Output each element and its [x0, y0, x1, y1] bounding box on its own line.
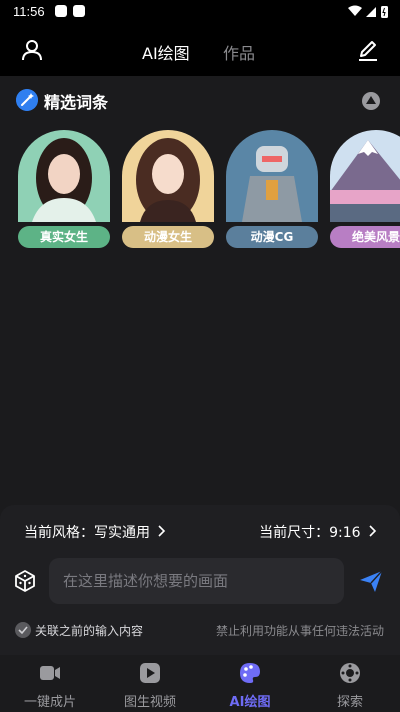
nav-explore[interactable]: 探索 [300, 659, 400, 710]
card-anime-cg[interactable]: 动漫CG [226, 130, 318, 250]
link-previous-checkbox[interactable] [15, 622, 31, 638]
user-icon[interactable] [20, 38, 44, 62]
nav-label: 探索 [336, 695, 363, 710]
nav-image-to-video[interactable]: 图生视频 [100, 659, 200, 710]
notification-icon [55, 5, 67, 17]
card-image [122, 130, 214, 222]
status-time: 11:56 [13, 4, 45, 19]
style-cards: 真实女生 动漫女生 动漫CG 绝美风景 [18, 130, 400, 252]
tab-ai-drawing[interactable]: AI绘图 [142, 40, 190, 64]
status-bar: 11:56 [0, 0, 400, 24]
tab-works[interactable]: 作品 [223, 40, 255, 64]
card-anime-girl[interactable]: 动漫女生 [122, 130, 214, 250]
disclaimer-text: 禁止利用功能从事任何违法活动 [215, 624, 384, 638]
nav-ai-drawing[interactable]: AI绘图 [200, 659, 300, 710]
nav-one-click-video[interactable]: 一键成片 [0, 659, 100, 710]
card-label: 动漫女生 [122, 226, 214, 248]
dice-icon[interactable] [13, 569, 37, 593]
bottom-nav: 一键成片 图生视频 AI绘图 探索 [0, 655, 400, 712]
card-image [330, 130, 400, 222]
nav-label: AI绘图 [229, 695, 271, 710]
checkbox-label: 关联之前的输入内容 [35, 624, 144, 638]
check-icon [18, 626, 28, 635]
style-selector[interactable]: 当前风格：写实通用 [24, 522, 167, 542]
card-image [226, 130, 318, 222]
card-label: 动漫CG [226, 226, 318, 248]
section-title: 精选词条 [44, 93, 109, 112]
section-header: 精选词条 [0, 76, 400, 124]
card-real-girl[interactable]: 真实女生 [18, 130, 110, 250]
palette-icon [240, 663, 260, 683]
video-icon [40, 666, 60, 680]
nav-label: 一键成片 [23, 695, 76, 710]
prompt-input[interactable] [49, 558, 344, 604]
send-icon[interactable] [358, 568, 384, 594]
size-selector[interactable]: 当前尺寸：9:16 [259, 522, 378, 542]
chevron-right-icon [369, 525, 377, 537]
card-label: 绝美风景 [330, 226, 400, 248]
collapse-button[interactable] [362, 92, 380, 110]
wand-icon [16, 89, 38, 111]
chevron-right-icon [158, 525, 166, 537]
edit-icon[interactable] [356, 38, 380, 62]
notification-icon [73, 5, 85, 17]
card-image [18, 130, 110, 222]
top-nav: AI绘图 作品 [0, 24, 400, 76]
input-panel: 当前风格：写实通用 当前尺寸：9:16 关联之前的输入内容 禁止利用功能从事任何… [0, 505, 400, 655]
nav-label: 图生视频 [123, 695, 176, 710]
size-label: 当前尺寸：9:16 [259, 525, 361, 541]
card-beautiful-scenery[interactable]: 绝美风景 [330, 130, 400, 250]
play-icon [140, 663, 160, 683]
style-label: 当前风格：写实通用 [24, 525, 150, 541]
signal-battery-icon [348, 5, 388, 18]
card-label: 真实女生 [18, 226, 110, 248]
explore-icon [340, 663, 360, 683]
